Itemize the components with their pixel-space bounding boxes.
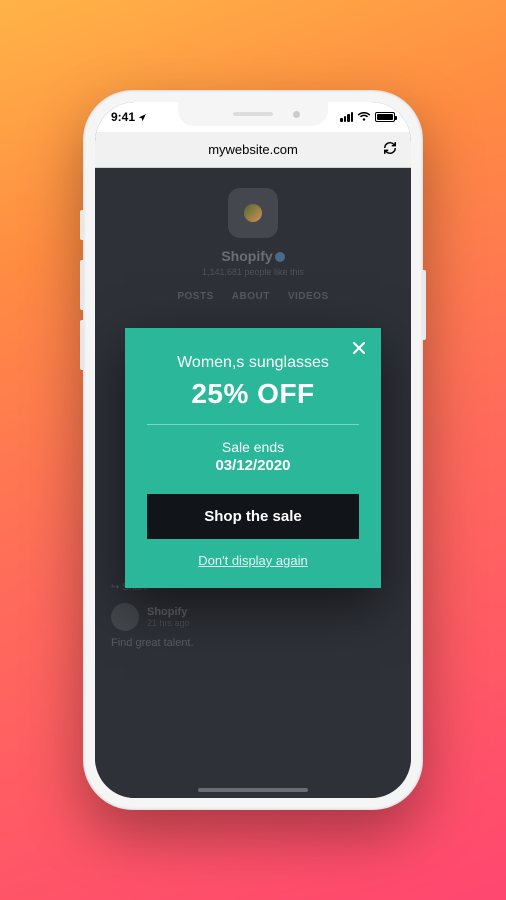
post-body-text: Find great talent.	[111, 637, 395, 649]
status-time-area: 9:41	[111, 110, 147, 124]
popup-title: Women,s sunglasses	[147, 354, 359, 372]
background-post: ↪ Share Shopify 21 hrs ago Find great ta…	[105, 582, 401, 649]
phone-mute-switch	[80, 210, 84, 240]
profile-header: Shopify 1,141,681 people like this POSTS…	[105, 188, 401, 302]
dont-display-again-link[interactable]: Don't display again	[147, 553, 359, 568]
close-icon[interactable]	[349, 338, 369, 358]
phone-volume-down	[80, 320, 84, 370]
popup-divider	[147, 424, 359, 425]
popup-ends-label: Sale ends	[147, 439, 359, 455]
battery-icon	[375, 112, 395, 122]
post-avatar	[111, 603, 139, 631]
profile-name: Shopify	[105, 248, 401, 264]
profile-avatar	[228, 188, 278, 238]
status-time: 9:41	[111, 110, 135, 124]
promo-popup: Women,s sunglasses 25% OFF Sale ends 03/…	[125, 328, 381, 588]
phone-volume-up	[80, 260, 84, 310]
shop-sale-button[interactable]: Shop the sale	[147, 494, 359, 539]
refresh-icon[interactable]	[383, 141, 397, 158]
page-content: Shopify 1,141,681 people like this POSTS…	[95, 168, 411, 798]
phone-frame: 9:41 mywebsite.com	[83, 90, 423, 810]
phone-notch	[178, 102, 328, 126]
url-text: mywebsite.com	[208, 142, 298, 157]
cellular-signal-icon	[340, 112, 353, 122]
status-indicators	[340, 112, 395, 122]
popup-discount: 25% OFF	[147, 378, 359, 410]
location-arrow-icon	[138, 113, 147, 122]
profile-tabs: POSTS ABOUT VIDEOS	[105, 291, 401, 302]
tab-about[interactable]: ABOUT	[232, 291, 270, 302]
phone-screen: 9:41 mywebsite.com	[95, 102, 411, 798]
wifi-icon	[357, 112, 371, 122]
profile-likes-count: 1,141,681 people like this	[105, 267, 401, 277]
post-username: Shopify	[147, 606, 190, 618]
home-indicator[interactable]	[198, 788, 308, 792]
tab-posts[interactable]: POSTS	[177, 291, 213, 302]
verified-badge-icon	[275, 252, 285, 262]
tab-videos[interactable]: VIDEOS	[288, 291, 329, 302]
phone-power-button	[422, 270, 426, 340]
popup-ends-date: 03/12/2020	[147, 457, 359, 474]
browser-address-bar[interactable]: mywebsite.com	[95, 132, 411, 168]
phone-speaker	[233, 112, 273, 116]
post-timestamp: 21 hrs ago	[147, 618, 190, 628]
phone-camera	[293, 111, 300, 118]
